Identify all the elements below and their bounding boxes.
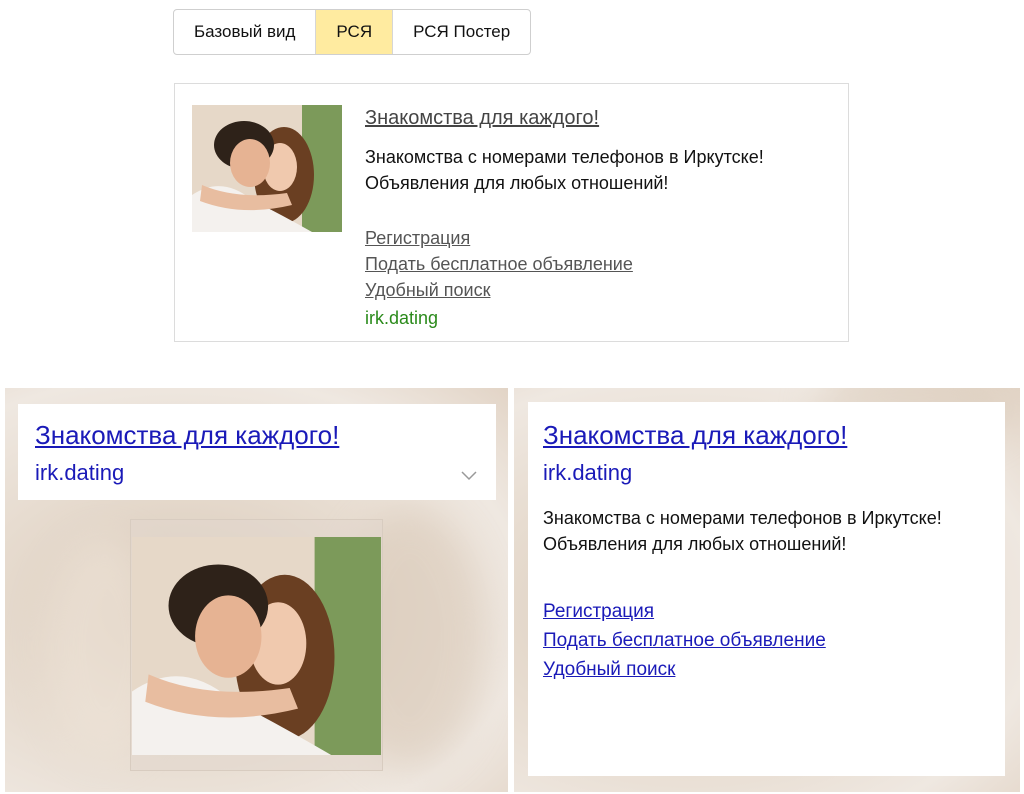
couple-photo-icon: [192, 105, 342, 232]
poster-panel: Знакомства для каждого! irk.dating Знако…: [528, 402, 1005, 776]
poster-photo-frame: [130, 519, 383, 771]
view-tabs: Базовый вид РСЯ РСЯ Постер: [173, 9, 532, 55]
ad-domain[interactable]: irk.dating: [365, 308, 438, 329]
sitelink-registration[interactable]: Регистрация: [365, 225, 633, 251]
sitelink-free-ad[interactable]: Подать бесплатное объявление: [365, 251, 633, 277]
ad-sitelinks: Регистрация Подать бесплатное объявление…: [365, 225, 633, 303]
ad-image[interactable]: [192, 105, 342, 232]
poster-domain[interactable]: irk.dating: [543, 460, 632, 486]
tab-basic-view[interactable]: Базовый вид: [174, 10, 315, 54]
poster-text-variant: Знакомства для каждого! irk.dating Знако…: [514, 388, 1020, 792]
poster-title-link[interactable]: Знакомства для каждого!: [35, 420, 339, 451]
sitelink-search[interactable]: Удобный поиск: [543, 655, 826, 684]
poster-image[interactable]: [132, 537, 381, 755]
ad-title-link[interactable]: Знакомства для каждого!: [365, 107, 599, 130]
poster-header: Знакомства для каждого! irk.dating: [18, 404, 496, 500]
poster-domain[interactable]: irk.dating: [35, 460, 124, 486]
ad-description: Знакомства с номерами телефонов в Иркутс…: [365, 147, 764, 193]
poster-title-link[interactable]: Знакомства для каждого!: [543, 420, 847, 451]
poster-description: Знакомства с номерами телефонов в Иркутс…: [543, 508, 942, 554]
sitelink-search[interactable]: Удобный поиск: [365, 277, 633, 303]
chevron-down-icon[interactable]: [460, 466, 478, 484]
poster-sitelinks: Регистрация Подать бесплатное объявление…: [543, 597, 826, 684]
couple-photo-icon: [132, 537, 381, 755]
tab-rsya-poster[interactable]: РСЯ Постер: [392, 10, 530, 54]
sitelink-free-ad[interactable]: Подать бесплатное объявление: [543, 626, 826, 655]
sitelink-registration[interactable]: Регистрация: [543, 597, 826, 626]
ad-preview-card: Знакомства для каждого! Знакомства с ном…: [174, 83, 849, 342]
poster-image-variant: Знакомства для каждого! irk.dating: [5, 388, 508, 792]
tab-rsya[interactable]: РСЯ: [315, 10, 393, 54]
